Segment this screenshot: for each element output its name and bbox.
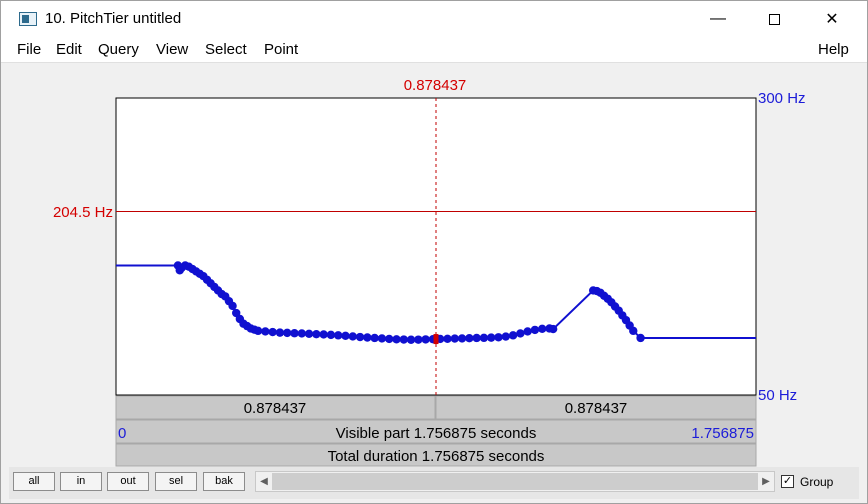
pitch-point[interactable] (516, 329, 525, 338)
menu-help[interactable]: Help (818, 41, 849, 58)
pitch-point[interactable] (297, 329, 306, 338)
pitch-point[interactable] (399, 335, 408, 344)
maximize-button[interactable] (745, 1, 803, 37)
scroll-left-icon[interactable]: ◀ (256, 472, 272, 491)
menu-file[interactable]: File (17, 41, 41, 58)
cursor-hz-label: 204.5 Hz (53, 204, 113, 221)
pitch-point-selected[interactable] (433, 334, 439, 345)
close-button[interactable]: ✕ (803, 1, 861, 37)
horizontal-scrollbar[interactable]: ◀ ▶ (255, 471, 775, 492)
pitch-point[interactable] (290, 329, 299, 338)
menu-bar: File Edit Query View Select Point Help (1, 37, 867, 63)
zoom-all-button[interactable]: all (13, 472, 55, 491)
zoom-out-button[interactable]: out (107, 472, 149, 491)
right-segment-duration: 0.878437 (565, 400, 628, 417)
scroll-right-icon[interactable]: ▶ (758, 472, 774, 491)
pitch-point[interactable] (457, 334, 467, 343)
pitch-editor-svg[interactable]: 0.878437 300 Hz 50 Hz 204.5 Hz 0.878437 … (9, 63, 859, 467)
pitch-point[interactable] (414, 335, 423, 344)
pitch-point[interactable] (538, 324, 547, 334)
visible-part-label: Visible part 1.756875 seconds (336, 425, 537, 442)
zoom-sel-button[interactable]: sel (155, 472, 197, 491)
pitch-point[interactable] (268, 327, 277, 337)
menu-view[interactable]: View (156, 41, 188, 58)
pitch-point[interactable] (450, 334, 459, 343)
pitch-point[interactable] (636, 333, 645, 343)
pitch-point[interactable] (548, 324, 558, 334)
group-label: Group (800, 475, 834, 489)
pitch-point[interactable] (530, 325, 540, 335)
bottom-hz-label: 50 Hz (758, 387, 797, 404)
pitch-point[interactable] (479, 333, 489, 343)
bottom-toolbar: all in out sel bak ◀ ▶ ✓ Group (9, 467, 859, 499)
scrollbar-thumb[interactable] (272, 473, 758, 490)
menu-point[interactable]: Point (264, 41, 298, 58)
pitch-point[interactable] (341, 331, 350, 341)
pitch-point[interactable] (319, 330, 328, 339)
pitch-point[interactable] (443, 334, 452, 344)
visible-start-time: 0 (118, 425, 126, 442)
total-duration-label: Total duration 1.756875 seconds (328, 448, 545, 465)
pitch-point[interactable] (348, 332, 357, 341)
pitch-point[interactable] (304, 329, 314, 339)
pitch-point[interactable] (370, 333, 379, 343)
pitch-point[interactable] (494, 333, 503, 342)
top-hz-label: 300 Hz (758, 90, 806, 107)
pitch-point[interactable] (355, 332, 365, 342)
pitch-point[interactable] (228, 301, 237, 311)
pitch-point[interactable] (326, 330, 336, 340)
pitch-point[interactable] (377, 334, 387, 343)
left-segment-duration: 0.878437 (244, 400, 307, 417)
minimize-icon: — (710, 10, 726, 27)
pitch-point[interactable] (629, 326, 638, 336)
pitch-point[interactable] (363, 333, 372, 342)
close-icon: ✕ (825, 11, 839, 28)
pitch-point[interactable] (501, 332, 510, 341)
zoom-in-button[interactable]: in (60, 472, 102, 491)
praat-window-icon (19, 12, 37, 26)
pitch-point[interactable] (465, 334, 474, 343)
pitch-point[interactable] (253, 326, 263, 336)
group-checkbox[interactable]: ✓ (781, 475, 794, 488)
pitch-point[interactable] (312, 329, 321, 339)
menu-edit[interactable]: Edit (56, 41, 82, 58)
pitch-point[interactable] (472, 333, 481, 343)
pitch-point[interactable] (283, 328, 292, 338)
editor-canvas[interactable]: 0.878437 300 Hz 50 Hz 204.5 Hz 0.878437 … (9, 63, 859, 467)
pitch-point[interactable] (421, 335, 430, 344)
pitch-point[interactable] (487, 333, 496, 342)
visible-end-time: 1.756875 (691, 425, 754, 442)
pitch-point[interactable] (406, 335, 416, 344)
pitch-point[interactable] (261, 327, 270, 336)
title-bar[interactable]: 10. PitchTier untitled — ✕ (1, 1, 867, 37)
pitch-point[interactable] (523, 327, 532, 336)
pitch-point[interactable] (275, 328, 285, 337)
pitch-point[interactable] (392, 335, 401, 344)
cursor-time-label: 0.878437 (404, 77, 467, 94)
checkmark-icon: ✓ (782, 475, 793, 487)
zoom-back-button[interactable]: bak (203, 472, 245, 491)
pitch-point[interactable] (385, 334, 394, 344)
minimize-button[interactable]: — (689, 1, 747, 37)
menu-select[interactable]: Select (205, 41, 247, 58)
pitch-point[interactable] (508, 331, 518, 340)
menu-query[interactable]: Query (98, 41, 139, 58)
pitchtier-window: 10. PitchTier untitled — ✕ File Edit Que… (0, 0, 868, 504)
maximize-icon (768, 13, 780, 25)
pitch-point[interactable] (334, 331, 343, 340)
window-title: 10. PitchTier untitled (45, 10, 182, 27)
